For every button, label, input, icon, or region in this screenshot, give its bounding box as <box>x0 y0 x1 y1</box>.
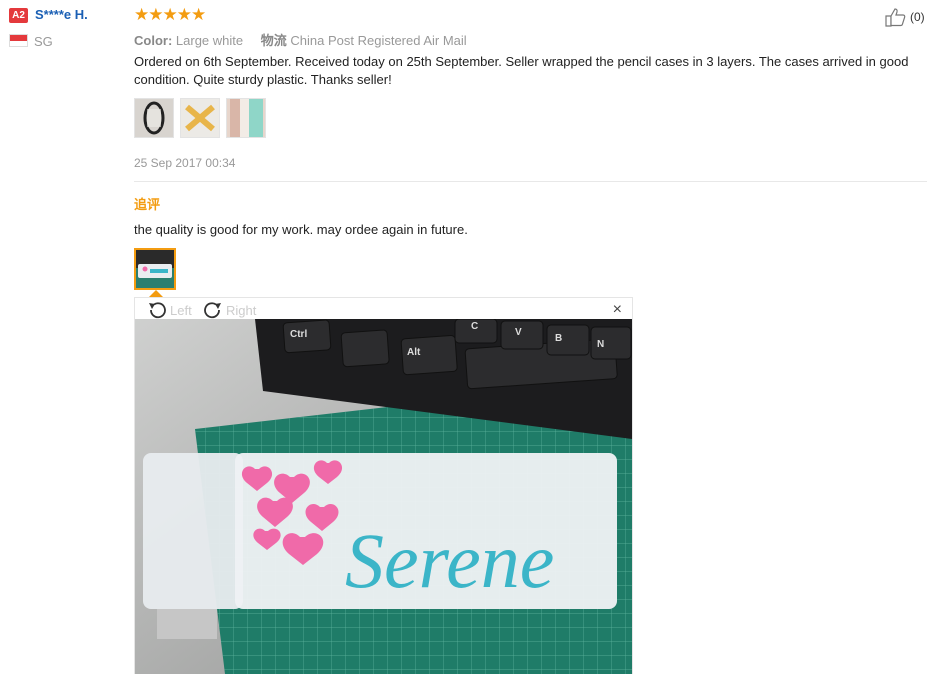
reviewer-country: SG <box>34 34 53 49</box>
key-label: V <box>515 327 522 338</box>
rotate-left-label: Left <box>170 302 192 318</box>
key-label: B <box>555 333 562 344</box>
review-date: 25 Sep 2017 00:34 <box>134 156 236 170</box>
divider <box>134 181 927 182</box>
review-photo-thumb[interactable] <box>134 98 174 138</box>
thumbs-up-icon <box>885 8 906 27</box>
review-photo-large: Ctrl Alt C V B N Serene <box>135 319 632 674</box>
key-label: Alt <box>407 347 421 358</box>
rotate-right-icon <box>204 302 221 319</box>
order-meta: Color: Large white 物流 China Post Registe… <box>134 30 467 49</box>
star-rating: ★★★★★ <box>134 5 206 24</box>
followup-text: the quality is good for my work. may ord… <box>134 222 468 237</box>
rotate-right-label: Right <box>226 302 257 318</box>
country-flag-icon <box>9 34 28 47</box>
rotate-left-icon <box>149 302 166 319</box>
review-photo-thumb[interactable] <box>226 98 266 138</box>
followup-photo-thumb[interactable] <box>134 248 176 290</box>
review-photos <box>134 98 266 138</box>
helpful-button[interactable]: (0) <box>884 7 925 27</box>
rotate-right-button[interactable]: Right <box>203 301 256 319</box>
shipping-label: 物流 <box>260 33 287 48</box>
review-text: Ordered on 6th September. Received today… <box>134 54 909 87</box>
key-label: N <box>597 339 604 350</box>
image-viewer: Left Right × Ctrl Alt C V B N Serene <box>134 297 633 674</box>
followup-label: 追评 <box>134 197 161 212</box>
review-photo-thumb[interactable] <box>180 98 220 138</box>
level-badge: A2 <box>9 8 28 23</box>
shipping-value: China Post Registered Air Mail <box>290 33 467 48</box>
helpful-count: (0) <box>910 10 925 24</box>
key-label: Ctrl <box>290 329 307 340</box>
reviewer-name[interactable]: S****e H. <box>35 7 88 22</box>
photo-script-text: Serene <box>345 517 554 604</box>
color-label: Color: <box>134 33 173 48</box>
selected-pointer <box>149 290 163 297</box>
close-viewer-button[interactable]: × <box>613 301 622 319</box>
key-label: C <box>471 321 478 332</box>
color-value: Large white <box>175 33 244 48</box>
rotate-left-button[interactable]: Left <box>147 301 192 319</box>
